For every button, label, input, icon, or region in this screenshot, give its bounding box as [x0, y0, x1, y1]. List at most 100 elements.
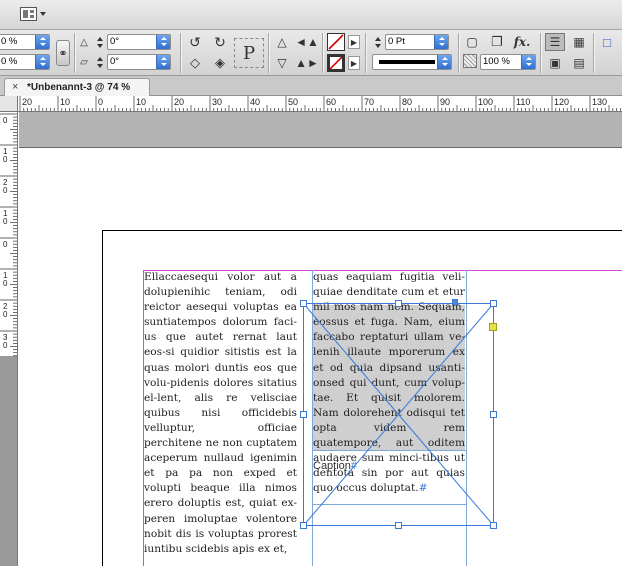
selected-graphic-frame[interactable] [302, 302, 498, 528]
resize-handle-bottom-left[interactable] [300, 522, 307, 529]
auto-fit-icon[interactable]: □ [598, 33, 616, 51]
layout-grid-icon [20, 7, 37, 21]
stepper-icon[interactable] [35, 35, 49, 49]
ruler-label: 30 [212, 97, 222, 107]
horizontal-ruler[interactable]: 20 10 0 10 20 30 40 50 60 70 80 90 100 110 120 130 [18, 96, 622, 112]
resize-handle-top-left[interactable] [300, 300, 307, 307]
content-grabber-handle[interactable] [452, 299, 458, 305]
application-bar [0, 0, 622, 30]
fill-swatch-dropdown-icon[interactable]: ▶ [348, 35, 360, 49]
ruler-origin[interactable] [0, 96, 18, 112]
ruler-label: 40 [250, 97, 260, 107]
document-tab[interactable]: × *Unbenannt-3 @ 74 % [4, 78, 150, 96]
stroke-weight-stepper[interactable] [374, 36, 383, 50]
dropdown-icon[interactable] [521, 55, 535, 69]
ruler-label: 0 [3, 240, 8, 249]
scale-y-field[interactable]: 0 % [0, 54, 50, 70]
text-column-1[interactable]: Ellaccaesequi volor aut a dolupienihic t… [144, 270, 297, 566]
separator [593, 33, 594, 73]
document-tab-title: *Unbenannt-3 @ 74 % [27, 82, 131, 93]
ruler-label: 90 [440, 97, 450, 107]
text-wrap-none-icon[interactable]: ☰ [545, 33, 565, 51]
fill-none-swatch-icon[interactable] [327, 33, 345, 51]
resize-handle-left[interactable] [300, 411, 307, 418]
stroke-weight-field[interactable]: 0 Pt [385, 34, 449, 50]
ruler-label: 0 [98, 97, 103, 107]
resize-handle-bottom-right[interactable] [490, 522, 497, 529]
separator [268, 33, 269, 73]
rotate-cw-icon[interactable]: ↻ [211, 33, 229, 51]
chevron-down-icon [40, 12, 46, 16]
caption-text[interactable]: Caption# [313, 459, 463, 474]
rotate-ccw-icon[interactable]: ↺ [186, 33, 204, 51]
shear-angle-field[interactable]: 0° [107, 54, 171, 70]
ruler-label: 0 [3, 155, 8, 164]
constrain-proportions-icon[interactable]: ⚭ [56, 40, 70, 66]
drop-shadow-selection-icon[interactable]: ▢ [463, 33, 481, 51]
live-corner-widget[interactable] [489, 323, 497, 331]
ruler-label: 80 [402, 97, 412, 107]
caption-end-mark: # [350, 460, 358, 472]
select-previous-object-icon[interactable]: ◄▲ [295, 33, 319, 51]
opacity-field[interactable]: 100 % [480, 54, 536, 70]
flip-horizontal-icon[interactable]: ◇ [186, 54, 204, 72]
flip-vertical-icon[interactable]: ◈ [211, 54, 229, 72]
shear-angle-stepper[interactable] [96, 56, 105, 70]
opacity-value: 100 % [483, 56, 510, 67]
ruler-label: 0 [3, 341, 8, 350]
ruler-label: 100 [478, 97, 493, 107]
text-wrap-bounding-box-icon[interactable]: ▦ [570, 33, 588, 51]
select-container-icon[interactable]: △ [273, 33, 291, 51]
stroke-swatch-dropdown-icon[interactable]: ▶ [348, 56, 360, 70]
resize-handle-bottom[interactable] [395, 522, 402, 529]
stroke-weight-value: 0 Pt [388, 36, 405, 47]
dropdown-icon[interactable] [156, 35, 170, 49]
opacity-icon [463, 54, 477, 68]
rotate-angle-icon: △ [80, 36, 88, 48]
document-canvas[interactable]: Ellaccaesequi volor aut a dolupienihic t… [19, 112, 622, 566]
caption-label: Caption [313, 460, 351, 472]
vertical-ruler[interactable]: 01020100102030 [0, 112, 18, 566]
ruler-label: 20 [22, 97, 32, 107]
ruler-label: 0 [3, 116, 8, 125]
type-on-path-p-icon: P [234, 38, 264, 68]
resize-handle-top[interactable] [395, 300, 402, 307]
shear-angle-icon: ▱ [80, 56, 88, 68]
ruler-label: 70 [364, 97, 374, 107]
separator [322, 33, 323, 73]
workspace-menu-button[interactable] [20, 5, 50, 23]
control-panel: 0 % 0 % ⚭ △ 0° ▱ 0° ↺ ↻ ◇ ◈ P △ ◄▲ ▽ ▲► … [0, 30, 622, 76]
pasteboard [19, 112, 622, 148]
ruler-label: 10 [60, 97, 70, 107]
select-content-icon[interactable]: ▽ [273, 54, 291, 72]
drop-shadow-icon[interactable]: ❐ [488, 33, 506, 51]
separator [74, 33, 75, 73]
separator [180, 33, 181, 73]
rotate-angle-stepper[interactable] [96, 36, 105, 50]
text-wrap-object-shape-icon[interactable]: ▣ [545, 54, 565, 72]
rotate-angle-field[interactable]: 0° [107, 34, 171, 50]
resize-handle-top-right[interactable] [490, 300, 497, 307]
dropdown-icon[interactable] [156, 55, 170, 69]
stepper-icon[interactable] [35, 55, 49, 69]
ruler-label: 0 [3, 279, 8, 288]
dropdown-icon[interactable] [437, 55, 451, 69]
close-tab-icon[interactable]: × [12, 79, 18, 96]
resize-handle-right[interactable] [490, 411, 497, 418]
scale-y-value: 0 % [1, 56, 18, 67]
separator [540, 33, 541, 73]
select-next-object-icon[interactable]: ▲► [295, 54, 319, 72]
separator [365, 33, 366, 73]
vertical-ruler-ticks: 01020100102030 [0, 113, 17, 357]
text-wrap-jump-icon[interactable]: ▤ [570, 54, 588, 72]
effects-fx-button[interactable]: fx. [511, 33, 533, 51]
ruler-label: 130 [592, 97, 607, 107]
document-tab-bar: × *Unbenannt-3 @ 74 % [0, 76, 622, 96]
dropdown-icon[interactable] [434, 35, 448, 49]
stroke-none-swatch-icon[interactable] [327, 54, 345, 72]
ruler-label: 110 [516, 97, 530, 107]
ruler-label: 60 [326, 97, 336, 107]
ruler-label: 0 [3, 217, 8, 226]
stroke-type-select[interactable] [372, 54, 452, 70]
scale-x-field[interactable]: 0 % [0, 34, 50, 50]
